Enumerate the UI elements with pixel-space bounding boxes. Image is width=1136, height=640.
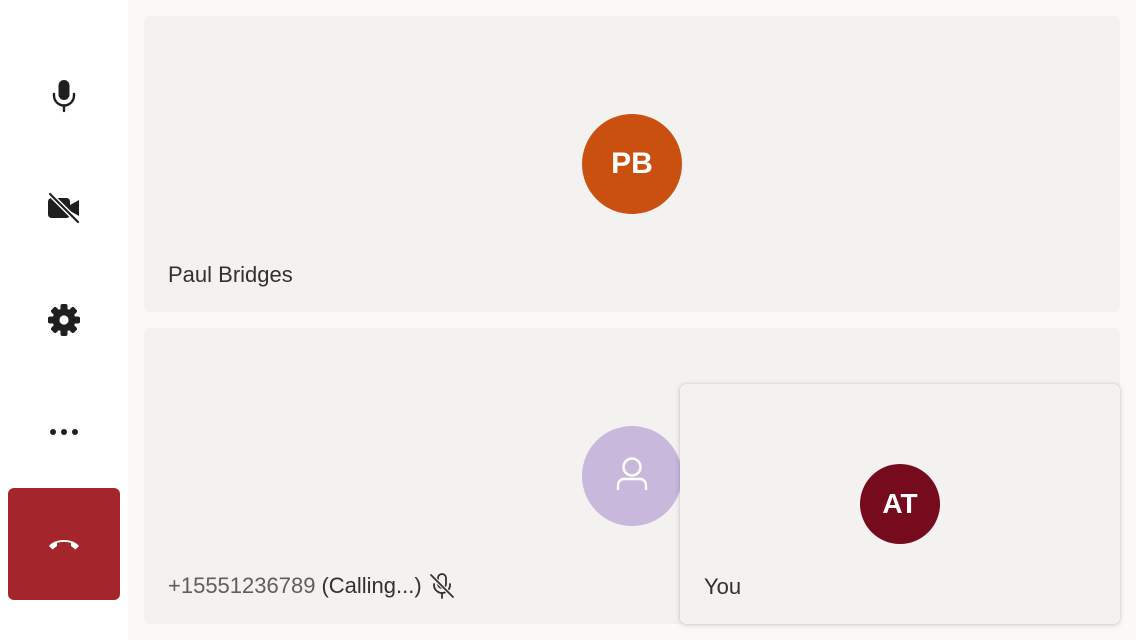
- gear-icon: [47, 303, 81, 337]
- more-icon: [49, 428, 79, 436]
- participant-tile-paul-bridges[interactable]: PB Paul Bridges: [144, 16, 1120, 312]
- person-icon: [615, 456, 649, 497]
- self-video-tile[interactable]: AT You: [680, 384, 1120, 624]
- participant-phone-number: +15551236789: [168, 573, 316, 598]
- call-controls-sidebar: [0, 0, 128, 640]
- participant-name-text: Paul Bridges: [168, 262, 293, 287]
- participant-avatar: [582, 426, 682, 526]
- mic-off-icon: [428, 572, 456, 600]
- more-options-button[interactable]: [8, 376, 120, 488]
- camera-off-icon: [46, 192, 82, 224]
- settings-button[interactable]: [8, 264, 120, 376]
- microphone-icon: [50, 79, 78, 113]
- participant-call-status: (Calling...): [321, 573, 422, 598]
- hang-up-button[interactable]: [8, 488, 120, 600]
- phone-hangup-icon: [47, 537, 81, 551]
- self-avatar: AT: [860, 464, 940, 544]
- microphone-button[interactable]: [8, 40, 120, 152]
- participant-name: Paul Bridges: [168, 262, 293, 288]
- camera-button[interactable]: [8, 152, 120, 264]
- self-name: You: [704, 574, 742, 599]
- participant-avatar: PB: [582, 114, 682, 214]
- participant-name: +15551236789 (Calling...): [168, 572, 456, 600]
